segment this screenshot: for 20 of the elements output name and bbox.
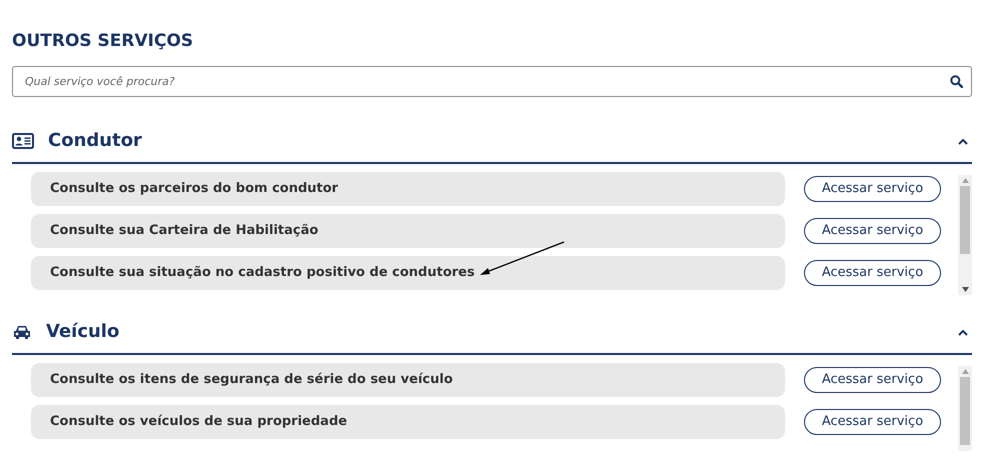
access-button[interactable]: Acessar serviço [804, 260, 941, 286]
search-icon[interactable] [950, 75, 963, 88]
scroll-down-icon[interactable] [962, 287, 968, 292]
scrollbar[interactable] [958, 175, 972, 295]
service-item: Consulte sua Carteira de Habilitação [31, 214, 785, 248]
service-item: Consulte sua situação no cadastro positivo de condutores [31, 256, 785, 290]
service-item: Consulte os itens de segurança de série do seu veículo [31, 363, 785, 397]
service-item: Consulte os veículos de sua propriedade [31, 405, 785, 439]
access-button[interactable]: Acessar serviço [804, 409, 941, 435]
access-button[interactable]: Acessar serviço [804, 176, 941, 202]
scrollbar[interactable] [958, 366, 972, 451]
id-card-icon [12, 132, 34, 148]
car-icon [12, 324, 32, 340]
access-button[interactable]: Acessar serviço [804, 367, 941, 393]
service-item: Consulte os parceiros do bom condutor [31, 172, 785, 206]
search-field[interactable]: Qual serviço você procura? [12, 66, 972, 97]
section-title: Condutor [48, 129, 142, 153]
page-title: OUTROS SERVIÇOS [12, 30, 194, 52]
access-button[interactable]: Acessar serviço [804, 218, 941, 244]
section-title: Veículo [46, 320, 120, 344]
